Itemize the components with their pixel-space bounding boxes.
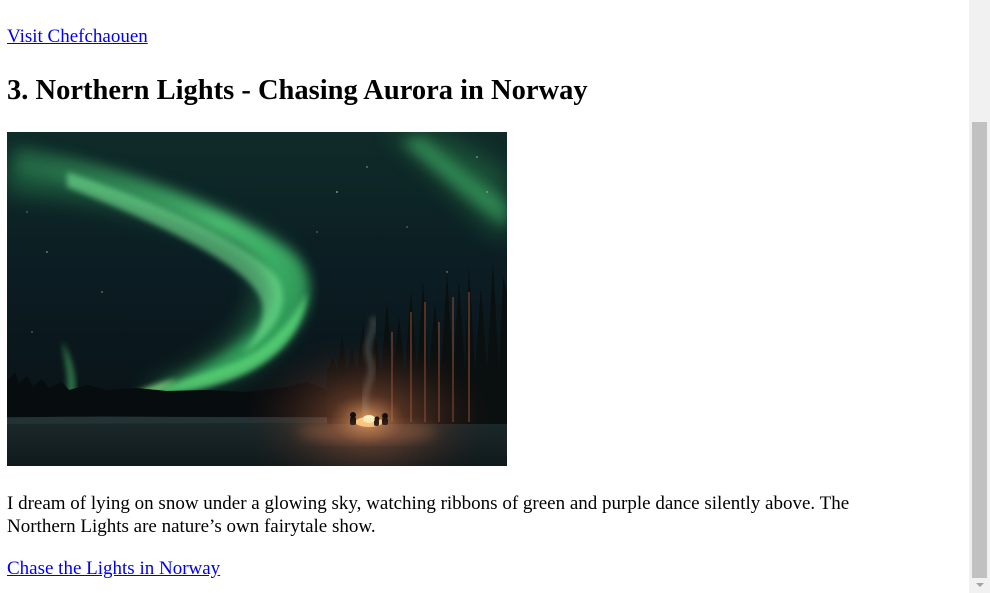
visit-chefchaouen-link[interactable]: Visit Chefchaouen (7, 26, 148, 48)
section-title: 3. Northern Lights - Chasing Aurora in N… (7, 75, 588, 106)
page-viewport: Visit Chefchaouen 3. Northern Lights - C… (0, 0, 969, 593)
vertical-scrollbar[interactable] (969, 0, 990, 593)
scroll-down-arrow-icon[interactable] (969, 578, 990, 593)
northern-lights-image (7, 132, 507, 466)
scrollbar-thumb[interactable] (972, 122, 987, 578)
section-description: I dream of lying on snow under a glowing… (7, 493, 850, 537)
chase-lights-norway-link[interactable]: Chase the Lights in Norway (7, 558, 220, 580)
